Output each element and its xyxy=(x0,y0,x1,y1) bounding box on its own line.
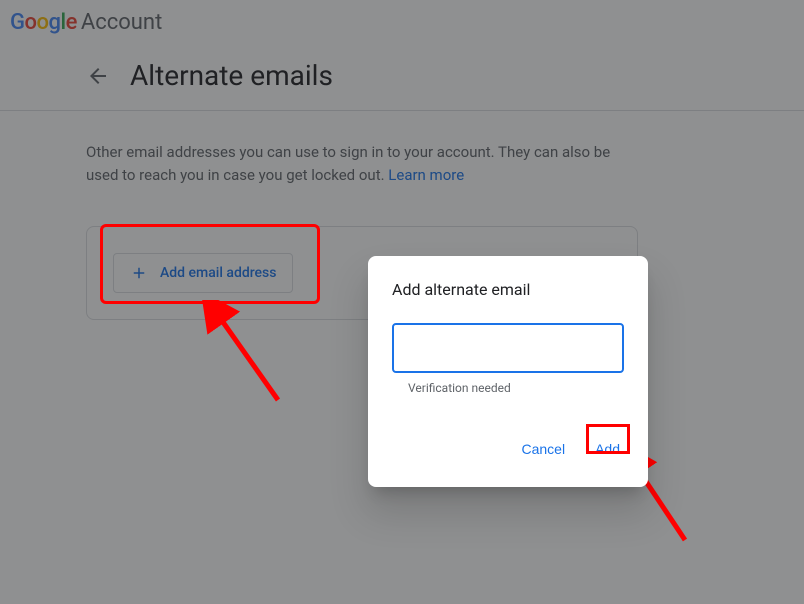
add-alternate-email-dialog: Add alternate email Verification needed … xyxy=(368,256,648,487)
input-helper-text: Verification needed xyxy=(408,381,624,395)
add-button[interactable]: Add xyxy=(591,435,624,463)
alternate-email-input[interactable] xyxy=(392,323,624,373)
dialog-actions: Cancel Add xyxy=(392,435,624,463)
cancel-button[interactable]: Cancel xyxy=(517,435,569,463)
dialog-title: Add alternate email xyxy=(392,280,624,299)
